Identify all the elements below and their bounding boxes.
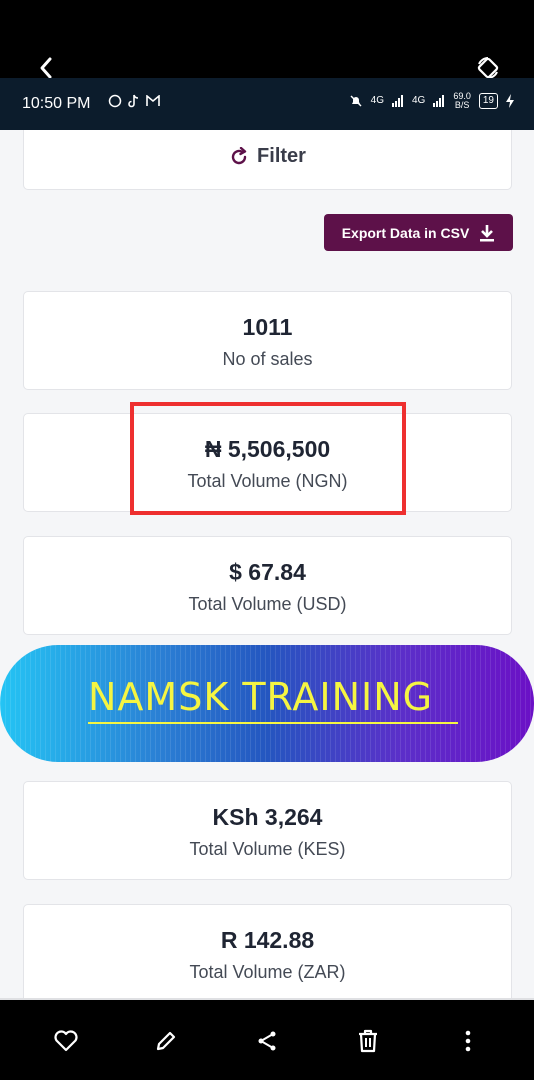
pencil-icon [156, 1031, 176, 1051]
network-1: 4G [370, 95, 384, 106]
stat-card-volume-zar: R 142.88 Total Volume (ZAR) [23, 904, 512, 1000]
tiktok-icon [128, 94, 139, 108]
download-icon [480, 224, 495, 241]
heart-icon [54, 1030, 78, 1052]
battery-level: 19 [478, 93, 498, 109]
status-bar: 10:50 PM 4G 4G 69.0 B/S 19 [0, 78, 534, 130]
viewer-top-bar [0, 0, 534, 79]
status-time: 10:50 PM [22, 95, 91, 112]
edit-button[interactable] [151, 1026, 181, 1056]
network-2: 4G [412, 95, 426, 106]
stat-value: KSh 3,264 [212, 804, 323, 830]
speed-unit: B/S [454, 100, 470, 110]
share-icon [258, 1031, 276, 1051]
stat-label: Total Volume (KES) [189, 839, 346, 859]
stat-label: No of sales [222, 349, 313, 369]
delete-button[interactable] [353, 1026, 383, 1056]
gmail-icon [146, 95, 160, 106]
stat-value: 1011 [242, 314, 293, 340]
stat-value: $ 67.84 [229, 559, 306, 585]
stat-card-volume-usd: $ 67.84 Total Volume (USD) [23, 536, 512, 635]
filter-button[interactable]: Filter [23, 130, 512, 190]
filter-label: Filter [257, 145, 306, 167]
export-csv-button[interactable]: Export Data in CSV [324, 214, 513, 251]
refresh-icon [231, 146, 247, 164]
export-label: Export Data in CSV [341, 224, 470, 241]
report-content: Filter Export Data in CSV 1011 No of sal… [0, 130, 534, 1000]
mute-bell-icon [350, 95, 362, 107]
chevron-left-icon [40, 57, 52, 79]
more-options-button[interactable] [453, 1026, 483, 1056]
stat-label: Total Volume (ZAR) [189, 962, 346, 982]
viewer-bottom-toolbar [0, 1000, 534, 1080]
share-button[interactable] [252, 1026, 282, 1056]
stat-card-volume-kes: KSh 3,264 Total Volume (KES) [23, 781, 512, 880]
watermark-banner: NAMSK TRAINING [0, 645, 534, 762]
signal-icon [433, 95, 445, 107]
more-vertical-icon [465, 1030, 471, 1052]
trash-icon [359, 1029, 377, 1053]
status-indicators: 4G 4G 69.0 B/S 19 [349, 92, 514, 110]
signal-icon [392, 95, 403, 107]
favorite-button[interactable] [51, 1026, 81, 1056]
stat-value: R 142.88 [220, 927, 315, 953]
whatsapp-icon [108, 94, 122, 108]
charging-icon [506, 94, 514, 108]
highlight-annotation [130, 402, 406, 515]
network-speed: 69.0 B/S [453, 92, 471, 110]
status-app-icons [108, 94, 160, 108]
banner-text: NAMSK TRAINING [88, 675, 434, 719]
stat-card-sales-count: 1011 No of sales [23, 291, 512, 390]
banner-underline [88, 722, 458, 724]
stat-label: Total Volume (USD) [188, 594, 347, 614]
